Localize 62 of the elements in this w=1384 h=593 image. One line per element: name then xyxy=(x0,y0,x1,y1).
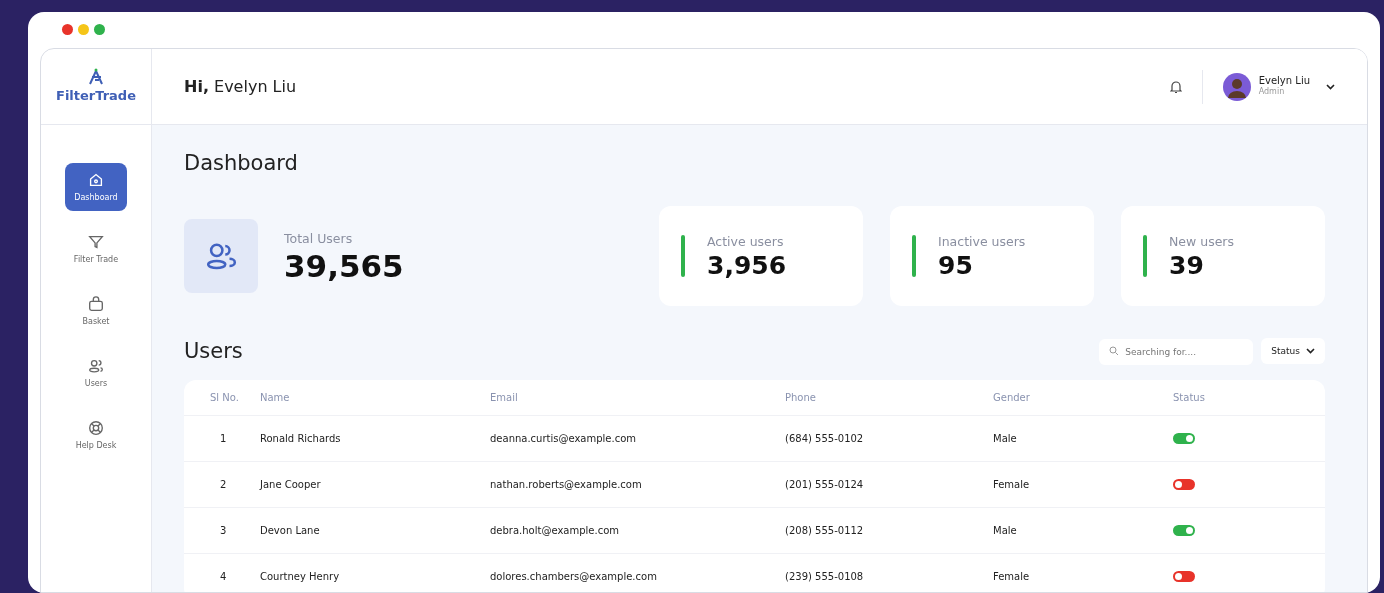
table-cell-text: Male xyxy=(993,431,1018,446)
window-control-dot[interactable] xyxy=(78,24,89,35)
stat-value: 39 xyxy=(1169,251,1205,280)
greeting: Hi, Evelyn Liu xyxy=(184,75,297,98)
sidebar-item[interactable]: Basket xyxy=(65,287,127,335)
sidebar-item[interactable]: Users xyxy=(65,349,127,397)
stat-value: 39,565 xyxy=(284,248,404,283)
page-title: Dashboard xyxy=(184,151,299,177)
stat-label: Total Users xyxy=(284,229,354,248)
column-header: Name xyxy=(260,390,291,405)
stat-label: Active users xyxy=(707,233,785,252)
column-header: Email xyxy=(490,390,519,405)
stat-value: 95 xyxy=(938,251,974,280)
table-cell-text: (684) 555-0102 xyxy=(785,431,865,446)
table-cell-text: deanna.curtis@example.com xyxy=(490,431,638,446)
status-dropdown[interactable]: Status xyxy=(1261,338,1325,365)
bag-icon xyxy=(87,294,105,313)
window-control-dot[interactable] xyxy=(62,24,73,35)
table-cell-text: Jane Cooper xyxy=(260,477,322,492)
sidebar-item[interactable]: Dashboard xyxy=(65,163,127,211)
table-cell-text: Female xyxy=(993,477,1031,492)
status-toggle[interactable] xyxy=(1173,524,1195,536)
column-header: Status xyxy=(1172,390,1206,405)
sidebar-item[interactable]: Filter Trade xyxy=(65,225,127,273)
user-name: Evelyn Liu xyxy=(1258,75,1310,86)
lifebuoy-icon xyxy=(87,418,105,437)
table-cell-text: 2 xyxy=(219,477,228,492)
table-cell-text: debra.holt@example.com xyxy=(490,523,620,538)
status-toggle[interactable] xyxy=(1173,432,1195,444)
table-cell-text: 3 xyxy=(219,523,228,538)
table-cell-text: Male xyxy=(993,523,1018,538)
avatar-icon[interactable] xyxy=(1222,72,1251,101)
table-cell-text: nathan.roberts@example.com xyxy=(490,477,643,492)
search-icon xyxy=(1109,346,1120,357)
table-cell-text: Female xyxy=(993,569,1031,584)
table-cell-text: (201) 555-0124 xyxy=(785,477,865,492)
brand-name: FilterTrade xyxy=(56,86,136,105)
stat-label: Inactive users xyxy=(938,233,1026,252)
search-field[interactable]: Searching for.... xyxy=(1099,339,1254,366)
section-title: Users xyxy=(184,338,243,366)
window-control-dot[interactable] xyxy=(94,24,105,35)
table-cell-text: dolores.chambers@example.com xyxy=(490,569,658,584)
user-role: Admin xyxy=(1258,87,1285,98)
table-cell-text: 4 xyxy=(219,569,228,584)
table-cell-text: Courtney Henry xyxy=(260,569,341,584)
table-cell-text: (208) 555-0112 xyxy=(785,523,865,538)
stat-label: New users xyxy=(1169,233,1234,252)
column-header: Phone xyxy=(785,390,817,405)
logo-icon xyxy=(88,67,104,86)
status-toggle[interactable] xyxy=(1173,478,1195,490)
column-header: Sl No. xyxy=(209,390,240,405)
chevron-down-icon xyxy=(1306,348,1315,355)
table-cell-text: Devon Lane xyxy=(260,523,321,538)
table-cell-text: (239) 555-0108 xyxy=(785,569,865,584)
table-cell-text: Ronald Richards xyxy=(260,431,342,446)
stat-value: 3,956 xyxy=(707,251,787,280)
chevron-down-icon[interactable] xyxy=(1326,83,1335,90)
table-cell-text: 1 xyxy=(219,431,228,446)
status-toggle[interactable] xyxy=(1173,570,1195,582)
bell-icon[interactable] xyxy=(1169,79,1182,94)
sidebar-item[interactable]: Help Desk xyxy=(65,411,127,459)
column-header: Gender xyxy=(993,390,1031,405)
